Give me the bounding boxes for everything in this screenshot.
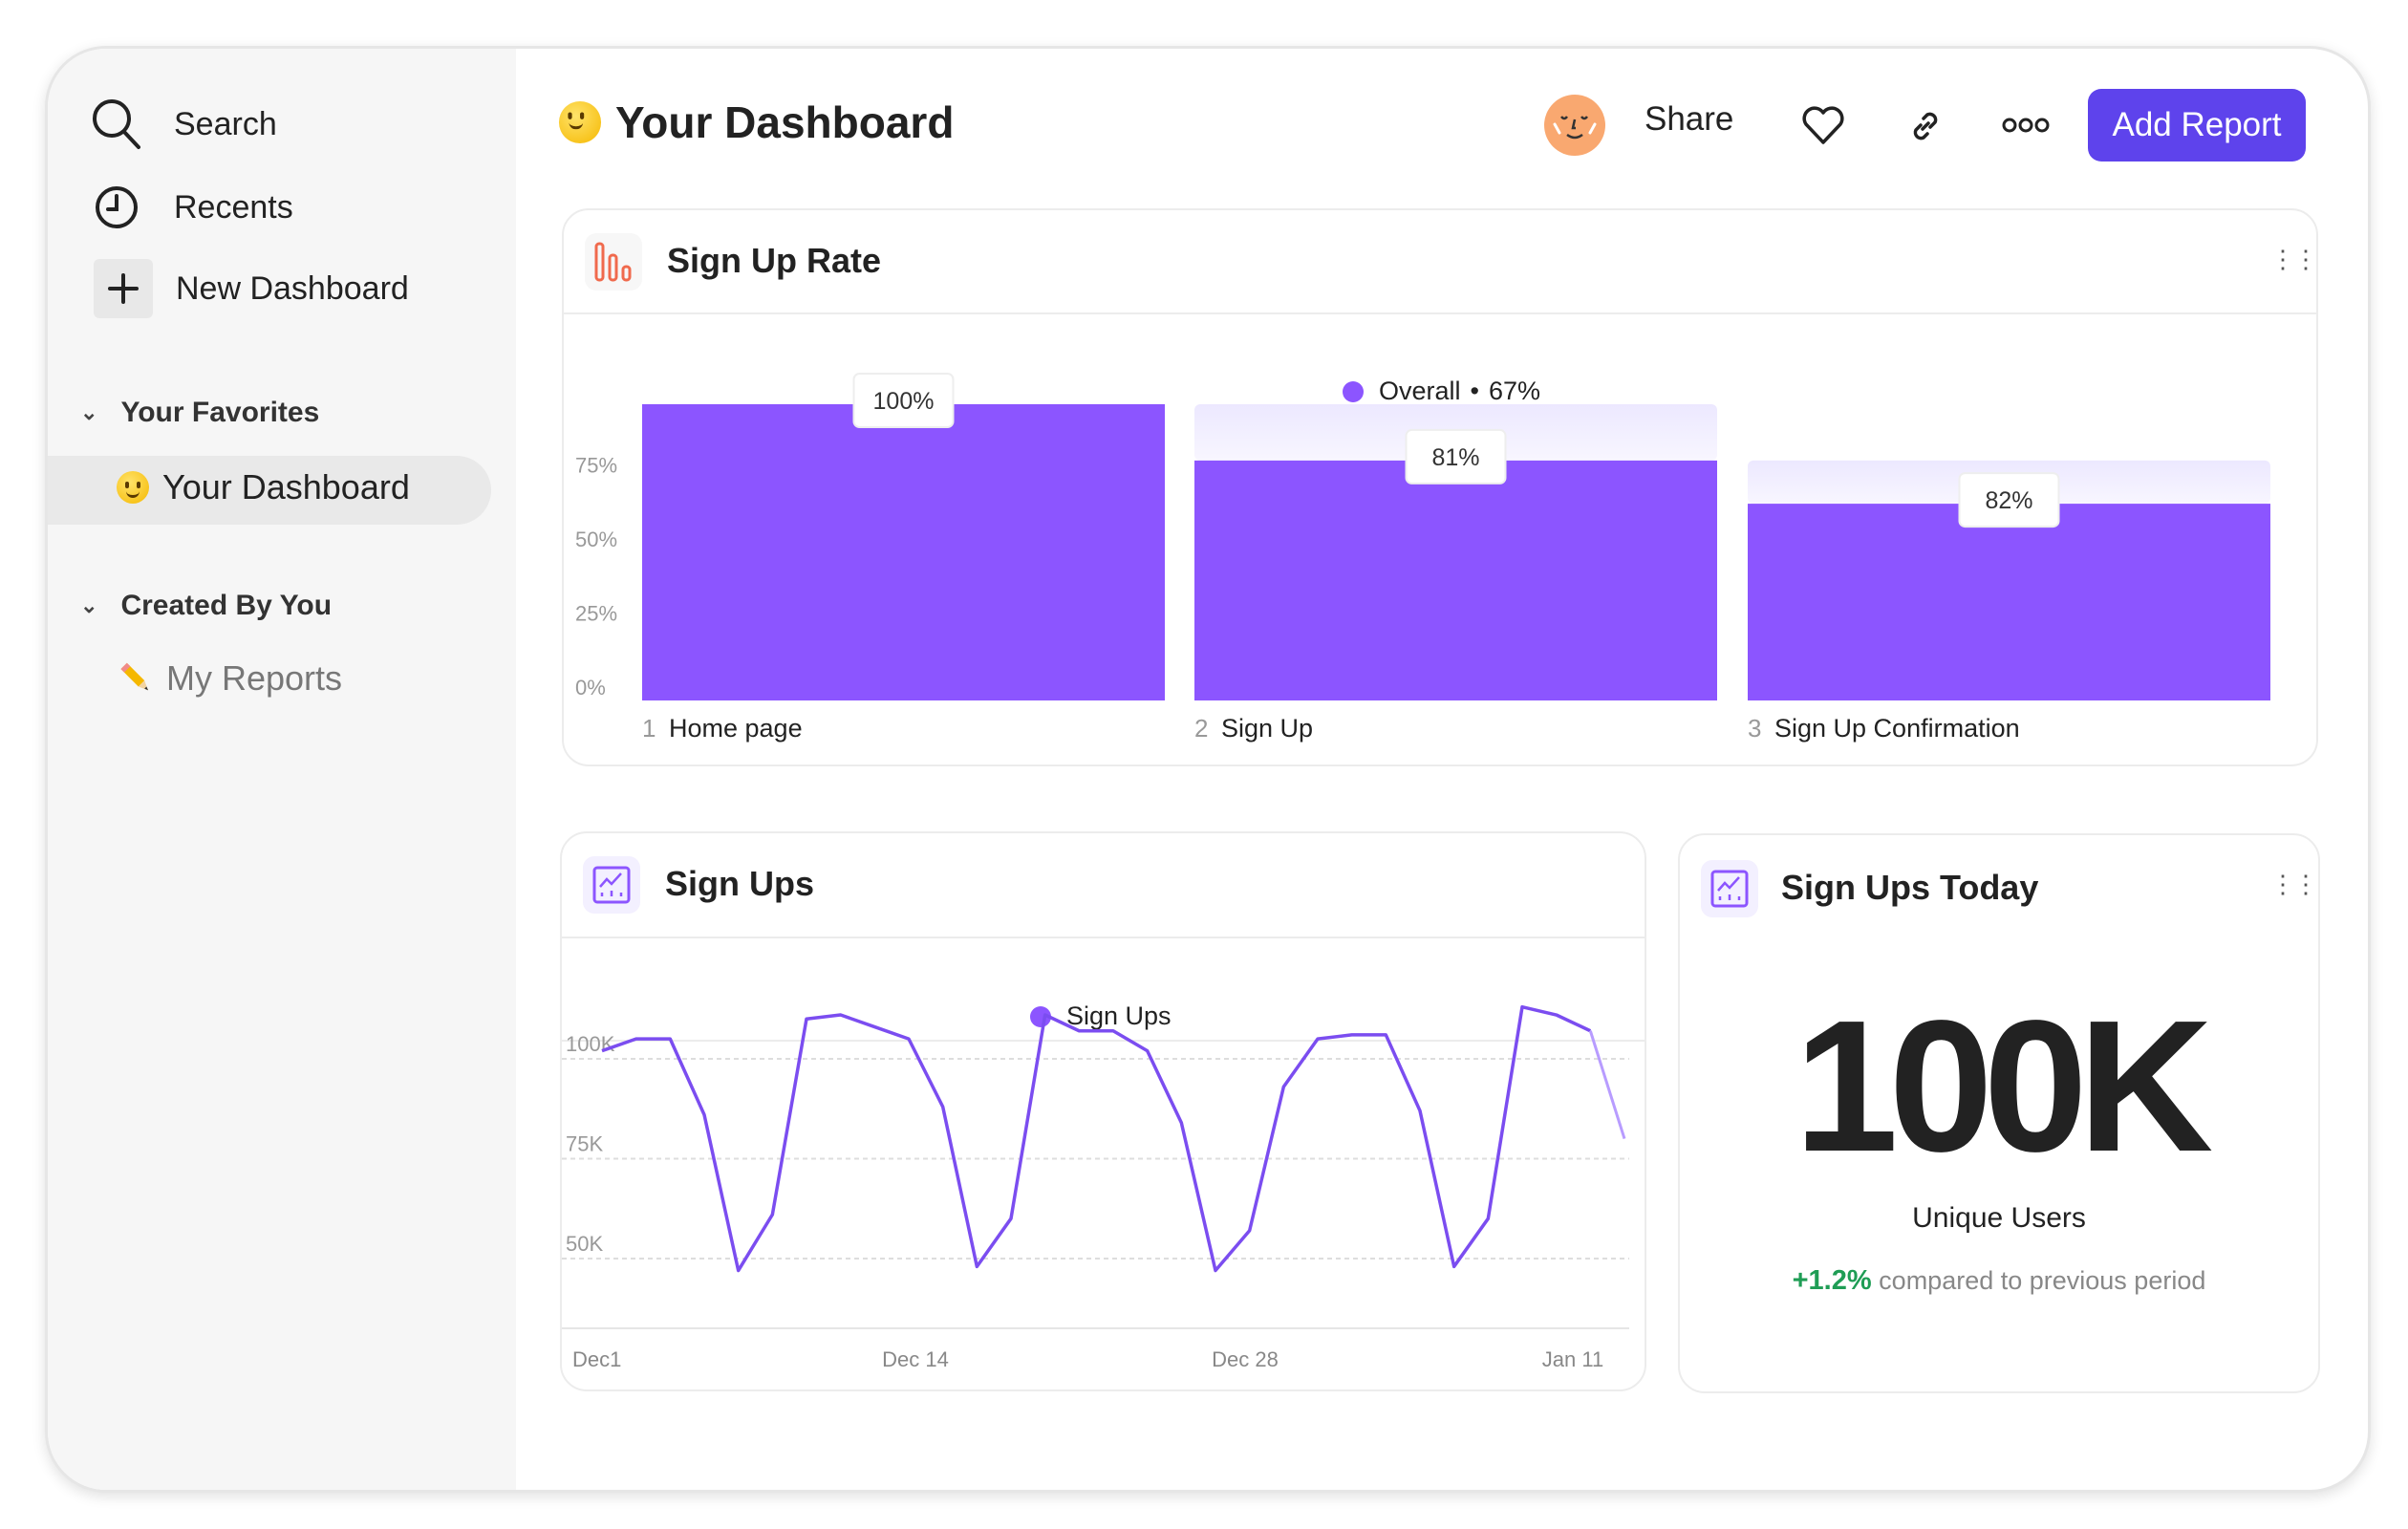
funnel-bar (1748, 504, 2270, 700)
charts-layer: 0% 25% 50% 75% 100% 1 Home page 81% 2 Sign Up 82% 3… (562, 373, 2270, 1371)
step-label: Sign Up (1221, 714, 1313, 743)
x-tick-label: Dec1 (572, 1347, 621, 1371)
y-tick-label: 75% (575, 454, 617, 478)
funnel-bar (1194, 460, 1717, 700)
x-tick-label: Dec 14 (882, 1347, 949, 1371)
y-tick-label: 50% (575, 528, 617, 551)
bar-value-label: 81% (1431, 444, 1479, 471)
x-tick-label: Jan 11 (1542, 1347, 1603, 1371)
y-tick-label: 75K (566, 1132, 603, 1156)
step-label: Sign Up Confirmation (1774, 714, 2020, 743)
sign-ups-line (601, 1004, 1592, 1273)
step-label: Home page (669, 714, 803, 743)
funnel-bar (642, 404, 1165, 700)
bar-value-label: 82% (1985, 487, 2032, 514)
step-number: 1 (642, 714, 656, 743)
y-tick-label: 50K (566, 1232, 603, 1256)
step-number: 2 (1194, 714, 1208, 743)
step-number: 3 (1748, 714, 1761, 743)
sign-ups-line-incomplete (1588, 1030, 1626, 1140)
y-tick-label: 100K (566, 1032, 615, 1056)
y-tick-label: 25% (575, 602, 617, 626)
x-tick-label: Dec 28 (1212, 1347, 1279, 1371)
y-tick-label: 0% (575, 676, 606, 700)
bar-value-label: 100% (873, 388, 935, 415)
